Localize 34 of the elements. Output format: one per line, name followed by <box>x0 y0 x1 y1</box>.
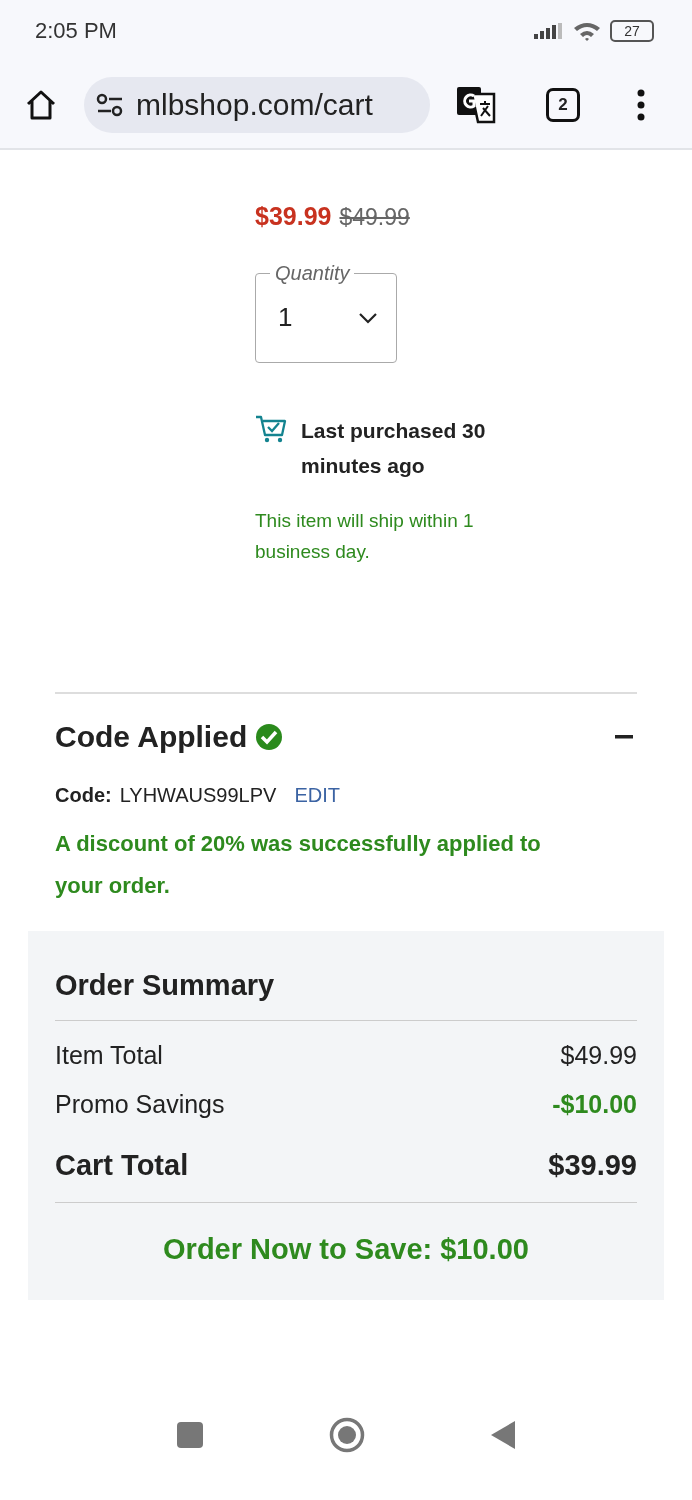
home-icon[interactable] <box>24 88 58 122</box>
status-time: 2:05 PM <box>35 18 117 44</box>
site-settings-icon[interactable] <box>96 93 124 117</box>
save-message: Order Now to Save: $10.00 <box>162 1233 530 1266</box>
address-bar[interactable]: mlbshop.com/cart <box>84 77 430 133</box>
discount-message: A discount of 20% was successfully applied to your order. <box>55 830 542 900</box>
promo-heading: Code Applied <box>55 720 248 754</box>
home-button-icon[interactable] <box>329 1417 365 1453</box>
menu-icon[interactable] <box>636 89 646 121</box>
back-icon[interactable] <box>490 1420 516 1450</box>
code-label: Code: <box>55 784 112 807</box>
shipping-note: This item will ship within 1 business day. <box>255 509 475 564</box>
summary-value: -$10.00 <box>552 1090 637 1119</box>
promo-code: LYHWAUS99LPV <box>119 784 277 807</box>
check-circle-icon <box>255 723 284 751</box>
battery-indicator: 27 <box>610 20 654 42</box>
original-price: $49.99 <box>339 204 410 231</box>
summary-value: $39.99 <box>548 1149 637 1182</box>
recents-icon[interactable] <box>176 1421 204 1449</box>
sale-price: $39.99 <box>255 202 332 231</box>
summary-label: Item Total <box>55 1041 163 1070</box>
tab-count-button[interactable]: 2 <box>546 88 580 122</box>
translate-icon[interactable] <box>456 86 496 124</box>
summary-label: Cart Total <box>55 1149 189 1182</box>
signal-icon <box>534 23 564 39</box>
chevron-down-icon <box>358 311 378 324</box>
minus-icon <box>615 735 633 739</box>
wifi-icon <box>572 21 602 41</box>
summary-heading: Order Summary <box>55 969 637 1021</box>
edit-link[interactable]: EDIT <box>294 784 340 807</box>
summary-label: Promo Savings <box>55 1090 225 1119</box>
cart-check-icon <box>255 415 287 443</box>
last-purchased-text: Last purchased 30 minutes ago <box>301 418 487 479</box>
summary-value: $49.99 <box>560 1041 637 1070</box>
